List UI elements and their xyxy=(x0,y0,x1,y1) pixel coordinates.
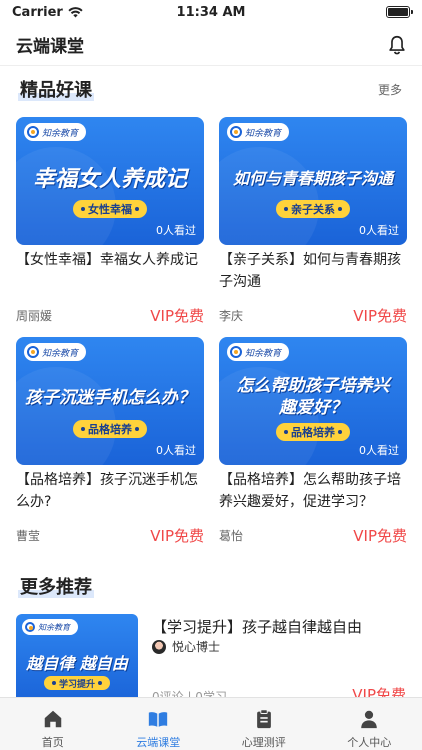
course-thumbnail[interactable]: 知余教育 幸福女人养成记 女性幸福 0人看过 xyxy=(16,117,204,245)
logo-icon xyxy=(25,622,35,632)
thumbnail-tag: 亲子关系 xyxy=(276,200,350,218)
thumbnail-title: 孩子沉迷手机怎么办？ xyxy=(25,388,195,408)
course-author: 李庆 xyxy=(219,309,244,323)
course-card[interactable]: 知余教育 孩子沉迷手机怎么办？ 品格培养 0人看过 【品格培养】孩子沉迷手机怎么… xyxy=(16,337,204,546)
wifi-icon xyxy=(68,6,83,17)
bell-icon[interactable] xyxy=(386,34,408,56)
price-label: VIP免费 xyxy=(353,307,407,325)
recommend-thumbnail[interactable]: 知余教育 越自律 越自由 学习提升 xyxy=(16,614,138,704)
thumbnail-tag: 品格培养 xyxy=(73,420,147,438)
course-author: 曹莹 xyxy=(16,529,41,543)
course-thumbnail[interactable]: 知余教育 怎么帮助孩子培养兴 趣爱好？ 品格培养 0人看过 xyxy=(219,337,407,465)
recommend-section-header: 更多推荐 xyxy=(0,573,422,599)
tab-profile[interactable]: 个人中心 xyxy=(317,698,422,750)
thumbnail-title-line-2: 趣爱好？ xyxy=(279,398,347,418)
course-title[interactable]: 【品格培养】怎么帮助孩子培养兴趣爱好，促进学习？ xyxy=(219,469,407,513)
brand-logo: 知余教育 xyxy=(22,619,78,635)
carrier-label: Carrier xyxy=(12,4,63,20)
book-icon xyxy=(149,712,168,727)
tab-home[interactable]: 首页 xyxy=(0,698,106,750)
course-card[interactable]: 知余教育 怎么帮助孩子培养兴 趣爱好？ 品格培养 0人看过 【品格培养】怎么帮助… xyxy=(219,337,407,546)
recommend-author: 悦心博士 xyxy=(172,640,221,654)
clipboard-icon xyxy=(256,709,271,729)
tab-assessment[interactable]: 心理测评 xyxy=(211,698,317,750)
course-author: 周丽媛 xyxy=(16,309,53,323)
thumbnail-tag: 学习提升 xyxy=(43,676,111,690)
logo-icon xyxy=(27,346,39,358)
logo-icon xyxy=(230,346,242,358)
thumbnail-tag: 女性幸福 xyxy=(73,200,147,218)
course-footer: 李庆 VIP免费 xyxy=(219,305,407,326)
status-time: 11:34 AM xyxy=(176,4,246,20)
course-thumbnail[interactable]: 知余教育 孩子沉迷手机怎么办？ 品格培养 0人看过 xyxy=(16,337,204,465)
tab-label: 云端课堂 xyxy=(136,736,181,749)
price-label: VIP免费 xyxy=(150,307,204,325)
featured-section-title: 精品好课 xyxy=(18,76,94,102)
app-header: 云端课堂 xyxy=(0,24,422,66)
avatar xyxy=(152,639,166,654)
tab-bar: 首页 云端课堂 心理测评 个人中心 xyxy=(0,697,422,750)
brand-logo: 知余教育 xyxy=(24,123,87,141)
course-card[interactable]: 知余教育 如何与青春期孩子沟通 亲子关系 0人看过 【亲子关系】如何与青春期孩子… xyxy=(219,117,407,326)
price-label: VIP免费 xyxy=(150,527,204,545)
recommend-section-title: 更多推荐 xyxy=(18,573,94,599)
featured-section-header: 精品好课 更多 xyxy=(0,76,422,102)
battery-icon xyxy=(386,6,413,18)
view-count: 0人看过 xyxy=(156,224,196,237)
status-right xyxy=(270,6,413,18)
page-title: 云端课堂 xyxy=(16,37,84,57)
recommend-item[interactable]: 知余教育 越自律 越自由 学习提升 【学习提升】孩子越自律越自由 悦心博士 0评… xyxy=(16,614,410,704)
recommend-author-row: 悦心博士 xyxy=(152,638,220,655)
status-bar: Carrier 11:34 AM xyxy=(0,0,422,24)
person-icon xyxy=(361,710,378,729)
view-count: 0人看过 xyxy=(359,444,399,457)
course-footer: 曹莹 VIP免费 xyxy=(16,525,204,546)
tab-label: 个人中心 xyxy=(347,736,392,749)
tab-label: 首页 xyxy=(41,736,64,749)
course-thumbnail[interactable]: 知余教育 如何与青春期孩子沟通 亲子关系 0人看过 xyxy=(219,117,407,245)
course-title[interactable]: 【女性幸福】幸福女人养成记 xyxy=(16,249,204,293)
course-card[interactable]: 知余教育 幸福女人养成记 女性幸福 0人看过 【女性幸福】幸福女人养成记 周丽媛… xyxy=(16,117,204,326)
logo-icon xyxy=(27,126,39,138)
price-label: VIP免费 xyxy=(353,527,407,545)
course-title[interactable]: 【品格培养】孩子沉迷手机怎么办? xyxy=(16,469,204,513)
course-author: 葛怡 xyxy=(219,529,244,543)
tab-classroom[interactable]: 云端课堂 xyxy=(106,698,212,750)
tab-label: 心理测评 xyxy=(241,736,286,749)
more-link[interactable]: 更多 xyxy=(378,81,402,98)
thumbnail-title: 幸福女人养成记 xyxy=(32,167,187,192)
home-icon xyxy=(44,710,61,728)
thumbnail-title: 如何与青春期孩子沟通 xyxy=(232,169,393,188)
thumbnail-title: 越自律 越自由 xyxy=(26,654,128,673)
view-count: 0人看过 xyxy=(156,444,196,457)
logo-icon xyxy=(230,126,242,138)
course-title[interactable]: 【亲子关系】如何与青春期孩子沟通 xyxy=(219,249,407,293)
course-footer: 葛怡 VIP免费 xyxy=(219,525,407,546)
view-count: 0人看过 xyxy=(359,224,399,237)
thumbnail-tag: 品格培养 xyxy=(276,423,350,441)
brand-logo: 知余教育 xyxy=(227,123,290,141)
course-footer: 周丽媛 VIP免费 xyxy=(16,305,204,326)
brand-logo: 知余教育 xyxy=(227,343,290,361)
status-left: Carrier xyxy=(12,5,152,20)
recommend-title[interactable]: 【学习提升】孩子越自律越自由 xyxy=(152,616,362,637)
brand-logo: 知余教育 xyxy=(24,343,87,361)
